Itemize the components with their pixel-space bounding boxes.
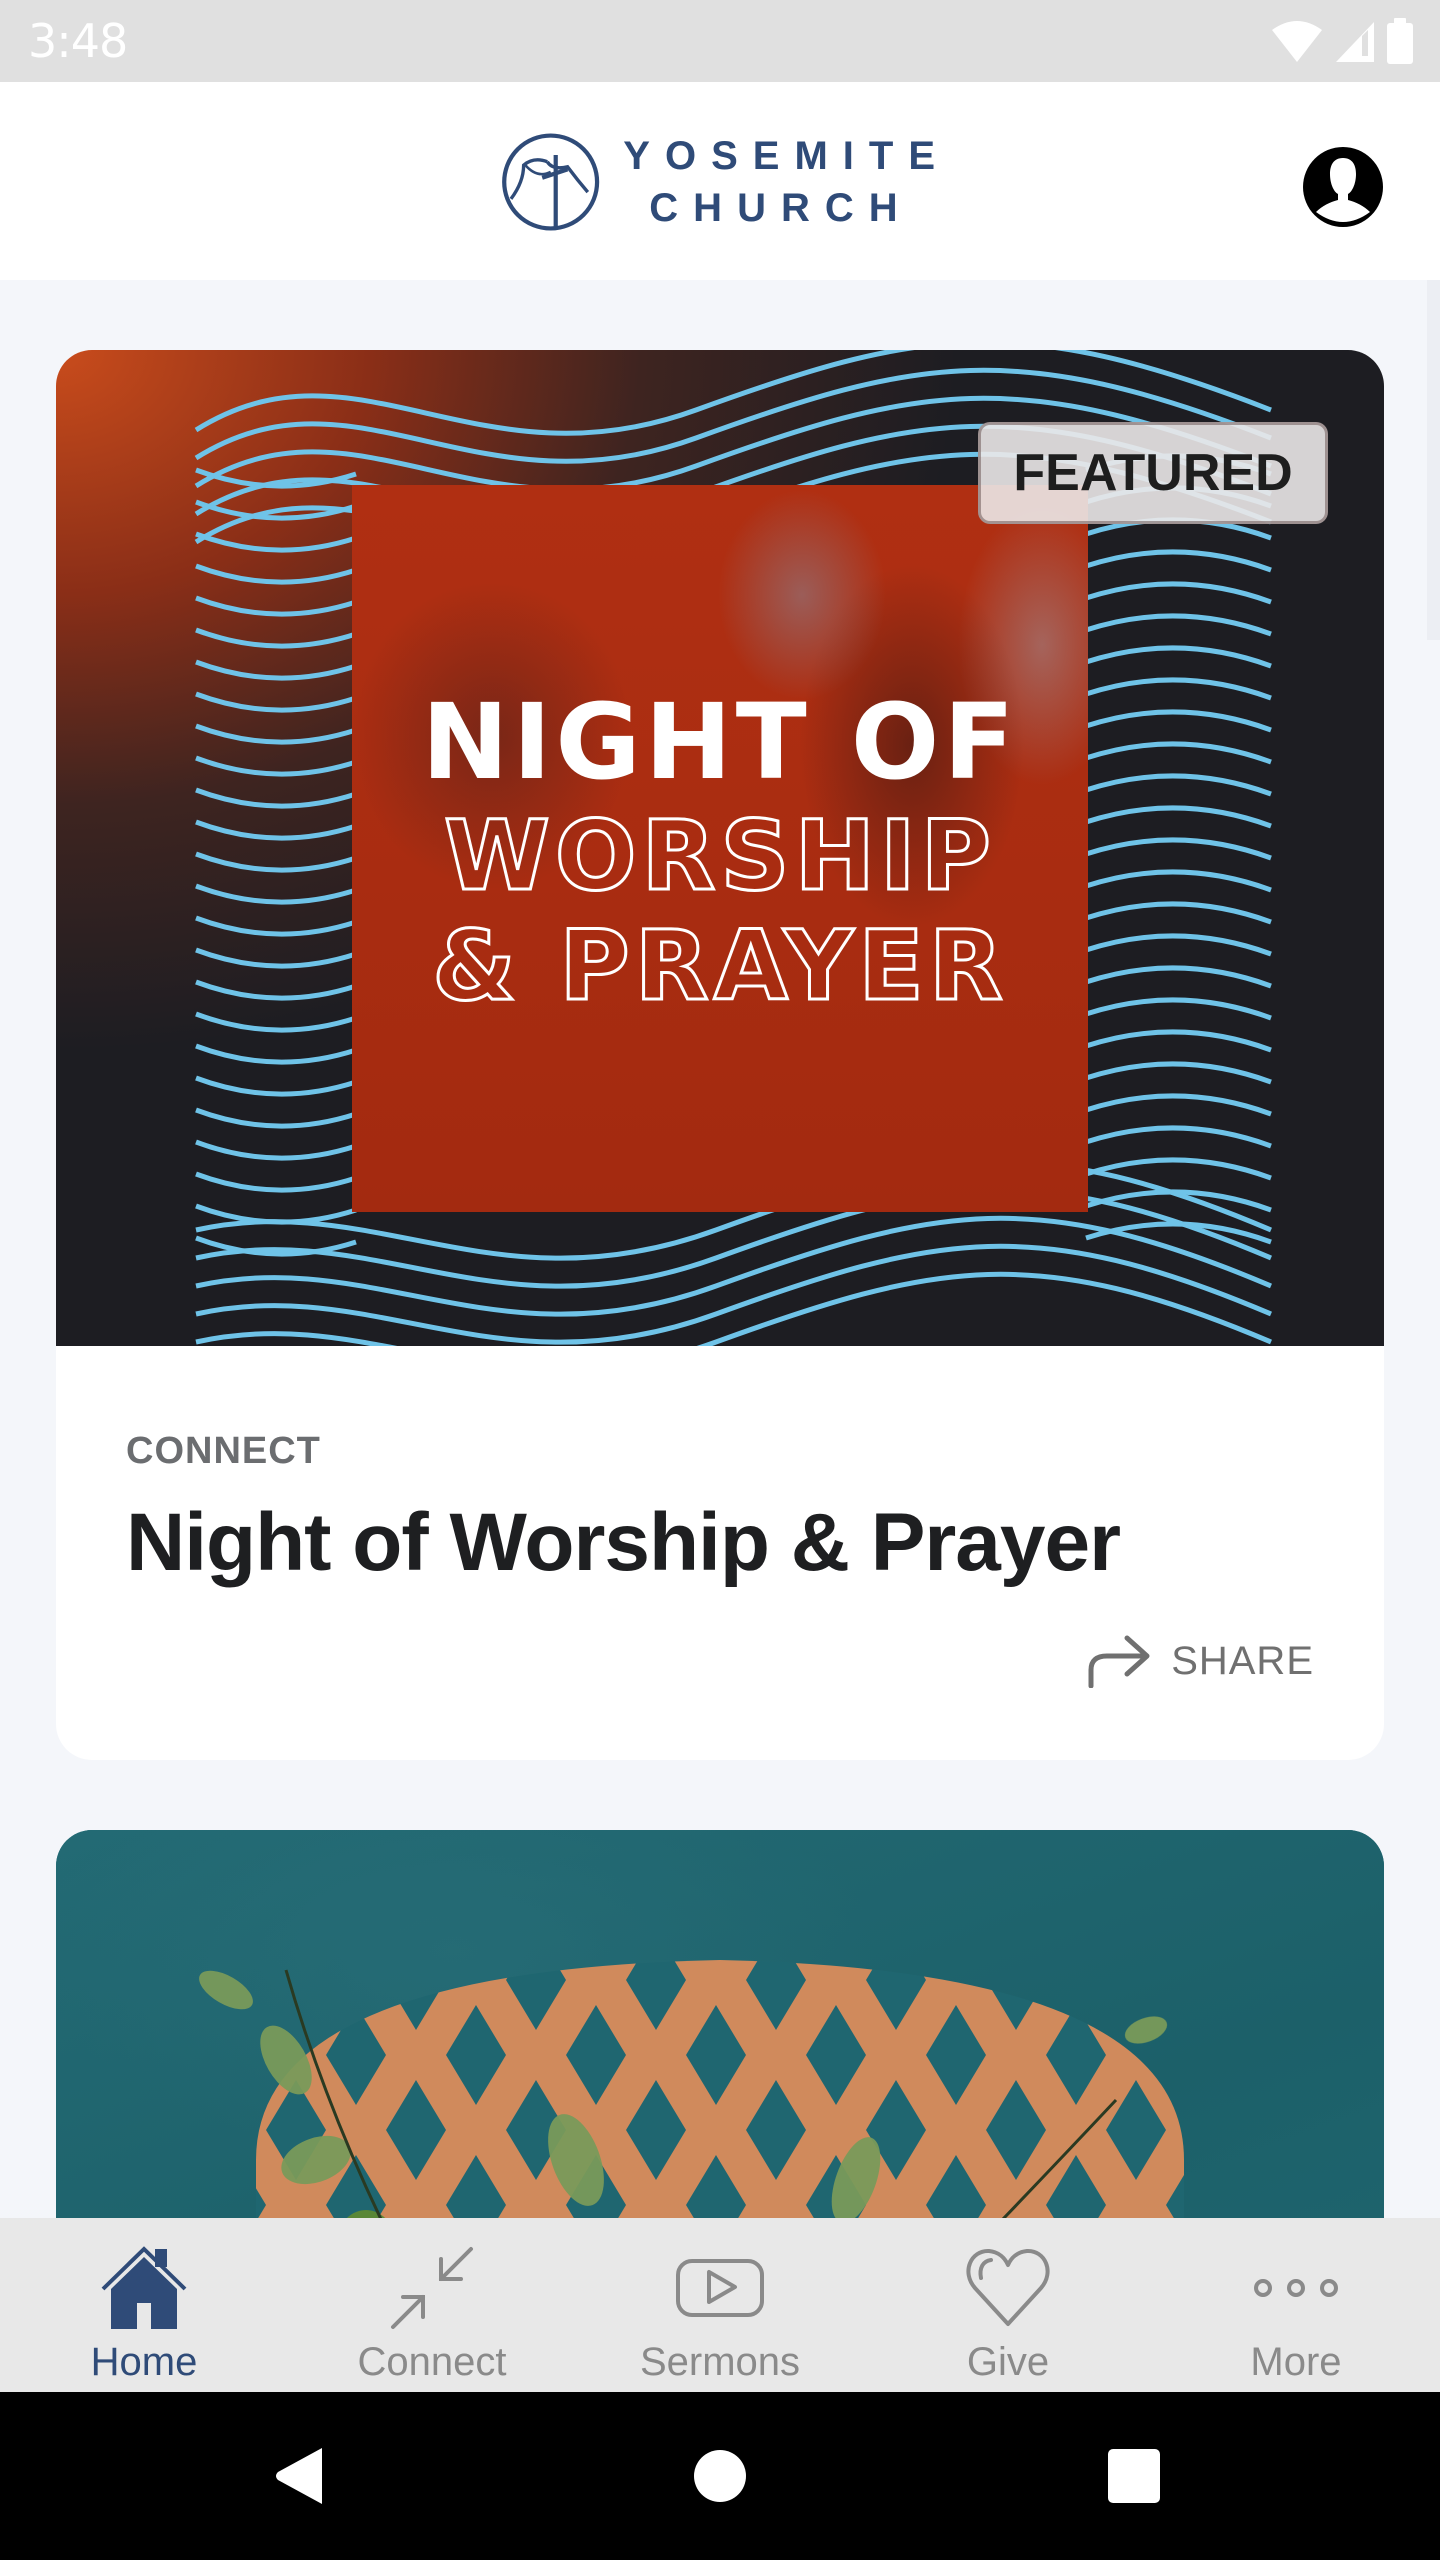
tab-give[interactable]: Give: [864, 2218, 1152, 2392]
logo-mountain-cross-icon: [502, 133, 600, 231]
wave-line: [195, 851, 357, 873]
logo-text: YOSEMITE CHURCH: [623, 136, 950, 228]
wave-line: [1085, 741, 1272, 765]
wave-line: [195, 1011, 357, 1033]
account-circle-icon: [1303, 147, 1383, 227]
wave-line: [195, 659, 357, 681]
tab-home[interactable]: Home: [0, 2218, 288, 2392]
event-poster: NIGHT OF WORSHIP & PRAYER: [352, 485, 1088, 1212]
card-title[interactable]: Night of Worship & Prayer: [126, 1496, 1121, 1590]
card-body: CONNECT Night of Worship & Prayer SHARE: [56, 1346, 1384, 1760]
featured-badge: FEATURED: [978, 422, 1328, 524]
wave-line: [1085, 805, 1272, 829]
wave-line: [195, 1243, 1272, 1345]
more-dots-icon: [1254, 2279, 1338, 2297]
wave-line: [195, 1043, 357, 1065]
wave-line: [195, 1107, 357, 1129]
wave-line: [195, 1139, 357, 1161]
back-triangle-icon: [276, 2448, 322, 2504]
poster-line-3: & PRAYER: [431, 910, 1008, 1022]
tab-label: Sermons: [639, 2340, 801, 2384]
wave-line: [1085, 837, 1272, 861]
poster-line-1: NIGHT OF: [421, 681, 1019, 803]
nav-home-button[interactable]: [636, 2392, 804, 2560]
wave-line: [1085, 1061, 1272, 1085]
tab-label: Give: [966, 2340, 1050, 2384]
wave-line: [1085, 1125, 1272, 1149]
wave-line: [195, 627, 357, 649]
wave-line: [1085, 869, 1272, 893]
wave-line: [1085, 709, 1272, 733]
system-nav-bar: [0, 2392, 1440, 2560]
wave-line: [195, 595, 357, 617]
featured-content-card[interactable]: NIGHT OF WORSHIP & PRAYER FEATURED CONNE…: [56, 350, 1384, 1760]
wave-line: [1085, 965, 1272, 989]
wave-line: [1085, 901, 1272, 925]
wave-line: [195, 883, 357, 905]
scrollbar[interactable]: [1427, 280, 1440, 640]
wave-line: [1085, 773, 1272, 797]
wave-line: [195, 691, 357, 713]
share-icon: [1088, 1635, 1150, 1688]
poster-title: NIGHT OF WORSHIP & PRAYER: [352, 681, 1088, 1022]
card-image[interactable]: NIGHT OF WORSHIP & PRAYER FEATURED: [56, 350, 1384, 1346]
wave-line: [1085, 549, 1272, 573]
wave-line: [1085, 1029, 1272, 1053]
bottom-tab-bar: Home Connect Sermons Give More: [0, 2218, 1440, 2392]
wave-line: [195, 755, 357, 777]
status-time: 3:48: [28, 14, 128, 68]
tab-more[interactable]: More: [1152, 2218, 1440, 2392]
tab-label: Home: [90, 2340, 198, 2384]
wave-line: [195, 1215, 1272, 1317]
share-label: SHARE: [1171, 1638, 1314, 1683]
recents-square-icon: [1108, 2449, 1160, 2503]
connect-arrows-icon: [391, 2247, 473, 2329]
card-category: CONNECT: [126, 1430, 321, 1472]
wave-line: [1085, 645, 1272, 669]
logo-line-1: YOSEMITE: [623, 134, 950, 178]
wave-line: [195, 819, 357, 841]
wave-line: [1085, 997, 1272, 1021]
wave-line: [195, 915, 357, 937]
wave-line: [195, 787, 357, 809]
home-circle-icon: [694, 2450, 746, 2502]
cell-signal-icon: [1336, 22, 1374, 62]
wave-line: [195, 531, 357, 553]
wave-line: [1085, 613, 1272, 637]
wave-line: [1085, 1093, 1272, 1117]
wave-line: [195, 723, 357, 745]
status-bar: 3:48: [0, 0, 1440, 82]
wave-line: [195, 947, 357, 969]
wave-line: [195, 979, 357, 1001]
nav-recents-button[interactable]: [1050, 2392, 1218, 2560]
wave-line: [1085, 677, 1272, 701]
play-video-icon: [676, 2259, 764, 2317]
app-header: YOSEMITE CHURCH: [0, 82, 1440, 280]
wave-line: [195, 1171, 357, 1193]
nav-back-button[interactable]: [216, 2392, 384, 2560]
church-logo: YOSEMITE CHURCH: [500, 120, 950, 244]
tab-connect[interactable]: Connect: [288, 2218, 576, 2392]
tab-label: More: [1250, 2340, 1342, 2384]
wave-line: [194, 350, 1272, 436]
poster-line-2: WORSHIP: [443, 800, 996, 912]
battery-icon: [1387, 18, 1413, 64]
wave-line: [1085, 581, 1272, 605]
tab-sermons[interactable]: Sermons: [576, 2218, 864, 2392]
wave-line: [1085, 933, 1272, 957]
tab-label: Connect: [357, 2340, 507, 2384]
wave-line: [195, 1075, 357, 1097]
wifi-icon: [1272, 21, 1322, 62]
share-button[interactable]: SHARE: [1087, 1634, 1314, 1688]
wave-line: [195, 563, 357, 585]
logo-line-2: CHURCH: [649, 186, 913, 230]
home-icon: [101, 2246, 187, 2329]
profile-button[interactable]: [1300, 144, 1386, 230]
heart-icon: [966, 2249, 1050, 2326]
status-icons: [1270, 18, 1414, 64]
